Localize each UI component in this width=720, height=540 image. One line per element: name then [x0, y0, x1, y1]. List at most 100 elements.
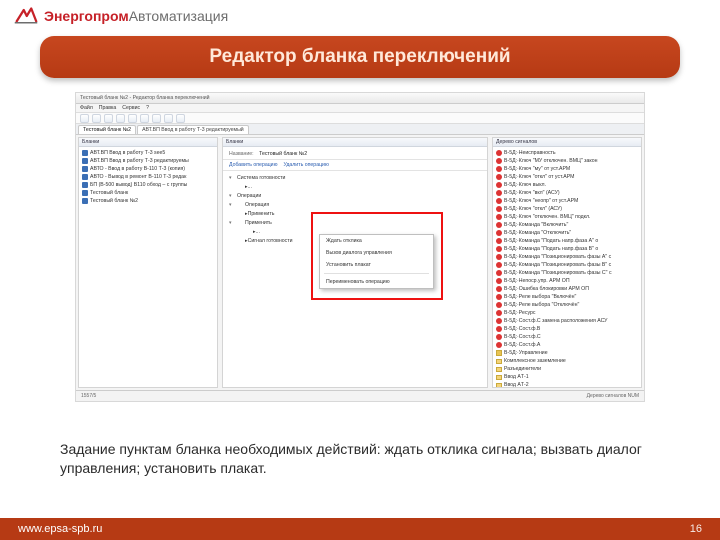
- signal-item[interactable]: В-5Д:·Команда "Включить": [493, 221, 641, 229]
- signal-item[interactable]: В-5Д:·Ключ "му" от уст.АРМ: [493, 165, 641, 173]
- signal-dot-icon: [496, 174, 502, 180]
- menu-help[interactable]: ?: [146, 105, 149, 111]
- tb-save-icon[interactable]: [104, 114, 113, 123]
- context-item[interactable]: Установить плакат: [320, 259, 433, 271]
- signal-dot-icon: [496, 214, 502, 220]
- signal-dot-icon: [496, 222, 502, 228]
- del-operation-link[interactable]: Удалить операцию: [283, 162, 328, 168]
- signal-item[interactable]: В-5Д:·Команда "Подать напр.фаза A" о: [493, 237, 641, 245]
- signal-dot-icon: [496, 262, 502, 268]
- left-panel: Бланки АВТ.ВП Ввод в работу Т-3 see5АВТ.…: [78, 137, 218, 388]
- left-panel-header: Бланки: [79, 138, 217, 147]
- add-operation-link[interactable]: Добавить операцию: [229, 162, 277, 168]
- signal-item[interactable]: Разъединители: [493, 365, 641, 373]
- tb-undo-icon[interactable]: [152, 114, 161, 123]
- signal-dot-icon: [496, 182, 502, 188]
- tree-node[interactable]: Операция: [229, 201, 481, 210]
- blank-list-item[interactable]: АВТО - Ввод в работу В-110 Т-3 (копия): [79, 165, 217, 173]
- signal-dot-icon: [496, 206, 502, 212]
- tb-cut-icon[interactable]: [116, 114, 125, 123]
- signal-item[interactable]: В-5Д:·Ключ "неопр" от уст.АРМ: [493, 197, 641, 205]
- brand-text: ЭнергопромАвтоматизация: [44, 8, 228, 24]
- status-right: Дерево сигналов NUM: [587, 393, 639, 399]
- tab-1[interactable]: Тестовый бланк №2: [78, 125, 136, 134]
- signal-item[interactable]: В-5Д:·Команда "Отключить": [493, 229, 641, 237]
- folder-icon: [496, 383, 502, 388]
- signal-item[interactable]: В-5Д:·Ключ "откл" от уст.АРМ: [493, 173, 641, 181]
- signal-item[interactable]: В-5Д:·Реле выбора "Отключён": [493, 301, 641, 309]
- blank-icon: [82, 174, 88, 180]
- tb-redo-icon[interactable]: [164, 114, 173, 123]
- signal-item[interactable]: В-5Д:·Ключ "МУ отключен. ВМЦ" закон: [493, 157, 641, 165]
- folder-icon: [496, 359, 502, 364]
- signal-item[interactable]: В-5Д:·Сост.ф.B: [493, 325, 641, 333]
- toolbar: [76, 113, 644, 124]
- signal-dot-icon: [496, 318, 502, 324]
- signal-item[interactable]: В-5Д:·Ресурс: [493, 309, 641, 317]
- signal-dot-icon: [496, 166, 502, 172]
- menu-file[interactable]: Файл: [80, 105, 93, 111]
- signal-item[interactable]: В-5Д:·Команда "Подать напр.фаза B" о: [493, 245, 641, 253]
- signal-dot-icon: [496, 190, 502, 196]
- signal-item[interactable]: Ввод AТ-2: [493, 381, 641, 387]
- tb-copy-icon[interactable]: [128, 114, 137, 123]
- blank-name-value[interactable]: Тестовый бланк №2: [259, 151, 307, 157]
- context-item[interactable]: Переименовать операцию: [320, 276, 433, 288]
- signal-item[interactable]: Комплексное заземление: [493, 357, 641, 365]
- signal-item[interactable]: В-5Д:·Ключ "отключен. ВМЦ" подкл.: [493, 213, 641, 221]
- tree-node[interactable]: Система готовности: [229, 174, 481, 183]
- tb-open-icon[interactable]: [92, 114, 101, 123]
- tab-2[interactable]: АВТ.ВП Ввод в работу Т-3 редактируемый: [137, 125, 249, 134]
- mid-panel: Бланки Название: Тестовый бланк №2 Добав…: [222, 137, 488, 388]
- tb-paste-icon[interactable]: [140, 114, 149, 123]
- signal-item[interactable]: В-5Д:·Управление: [493, 349, 641, 357]
- blank-icon: [82, 190, 88, 196]
- signal-item[interactable]: В-5Д:·Команда "Позиционировать фазы C" с: [493, 269, 641, 277]
- signal-dot-icon: [496, 246, 502, 252]
- context-item[interactable]: Ждать отклика: [320, 235, 433, 247]
- folder-icon: [496, 375, 502, 380]
- signal-dot-icon: [496, 158, 502, 164]
- blank-list-item[interactable]: АВТ.ВП Ввод в работу Т-3 редактируемы: [79, 157, 217, 165]
- signal-item[interactable]: В-5Д:·Ключ "вкл" (АСУ): [493, 189, 641, 197]
- context-menu[interactable]: Ждать откликаВызов диалога управленияУст…: [319, 234, 434, 289]
- tree-node[interactable]: Операции: [229, 192, 481, 201]
- tb-new-icon[interactable]: [80, 114, 89, 123]
- context-sep: [324, 273, 429, 274]
- brand-bar: ЭнергопромАвтоматизация: [0, 0, 720, 28]
- blank-list-item[interactable]: Тестовый бланк: [79, 189, 217, 197]
- tb-help-icon[interactable]: [176, 114, 185, 123]
- brand-logo-icon: [14, 6, 38, 26]
- right-panel: Дерево сигналов В-5Д:·НеисправностьВ-5Д:…: [492, 137, 642, 388]
- blank-icon: [82, 158, 88, 164]
- blank-list-item[interactable]: АВТ.ВП Ввод в работу Т-3 see5: [79, 149, 217, 157]
- signal-item[interactable]: В-5Д:·Ключ выкл.: [493, 181, 641, 189]
- blank-list-item[interactable]: БП (В-500 вывод) В110 обход – с группы: [79, 181, 217, 189]
- tree-node[interactable]: ...: [229, 183, 481, 192]
- page-number: 16: [690, 523, 702, 535]
- signal-item[interactable]: В-5Д:·Ключ "откл" (АСУ): [493, 205, 641, 213]
- signal-item[interactable]: В-5Д:·Команда "Позиционировать фазы A" с: [493, 253, 641, 261]
- signal-dot-icon: [496, 334, 502, 340]
- menu-edit[interactable]: Правка: [99, 105, 117, 111]
- blank-list-item[interactable]: Тестовый бланк №2: [79, 197, 217, 205]
- signal-item[interactable]: Ввод AТ-1: [493, 373, 641, 381]
- menu-service[interactable]: Сервис: [122, 105, 140, 111]
- signal-item[interactable]: В-5Д:·Сост.ф.А: [493, 341, 641, 349]
- window-title: Тестовый бланк №2 - Редактор бланка пере…: [76, 93, 644, 104]
- right-panel-header: Дерево сигналов: [493, 138, 641, 147]
- blank-icon: [82, 198, 88, 204]
- signal-item[interactable]: В-5Д:·Ошибка блокировки АРМ ОП: [493, 285, 641, 293]
- folder-icon: [496, 367, 502, 372]
- signal-item[interactable]: В-5Д:·Сост.ф.С: [493, 333, 641, 341]
- signal-item[interactable]: В-5Д:·Сост.ф.C замена расположения АСУ: [493, 317, 641, 325]
- context-item[interactable]: Вызов диалога управления: [320, 247, 433, 259]
- signal-item[interactable]: В-5Д:·Реле выбора "Включён": [493, 293, 641, 301]
- blank-list-item[interactable]: АВТО - Вывод в ремонт В-110 Т-3 редак: [79, 173, 217, 181]
- menubar[interactable]: Файл Правка Сервис ?: [76, 104, 644, 113]
- signal-item[interactable]: В-5Д:·Неисправность: [493, 149, 641, 157]
- signal-item[interactable]: В-5Д:·Непоср.упр. АРМ ОП: [493, 277, 641, 285]
- signal-item[interactable]: В-5Д:·Команда "Позиционировать фазы B" с: [493, 261, 641, 269]
- signal-dot-icon: [496, 302, 502, 308]
- signal-dot-icon: [496, 294, 502, 300]
